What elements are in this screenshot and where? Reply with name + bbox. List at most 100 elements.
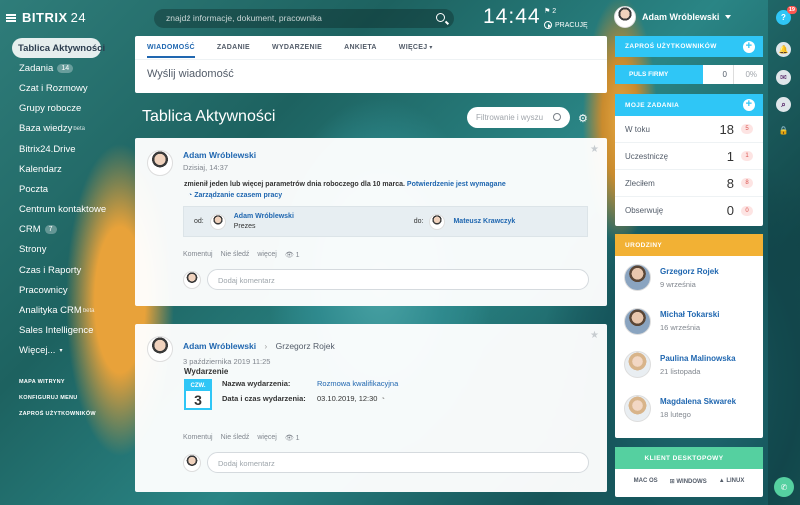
avatar: [624, 307, 651, 335]
work-status[interactable]: PRACUJĘ: [544, 21, 588, 29]
logo[interactable]: BITRIX 24: [6, 10, 86, 25]
sidebar-item-crm-analytics[interactable]: Analityka CRM beta: [13, 300, 105, 320]
birthday-item[interactable]: Paulina Malinowska 21 listopada: [615, 343, 763, 387]
event-date-row: Data i czas wydarzenia: 03.10.2019, 12:30…: [222, 394, 386, 403]
eye-icon: 👁: [284, 435, 294, 442]
sidebar-item-workgroups[interactable]: Grupy robocze: [13, 99, 105, 119]
sidebar-item-chat[interactable]: Czat i Rozmowy: [13, 78, 105, 98]
message-input[interactable]: Wyślij wiadomość: [135, 60, 607, 88]
from-user[interactable]: Adam Wróblewski: [234, 213, 414, 220]
flag-counter[interactable]: ⚑ 2: [544, 7, 556, 15]
sidebar-item-activity-stream[interactable]: Tablica Aktywności: [12, 38, 105, 59]
post-date[interactable]: 3 października 2019 11:25: [183, 357, 335, 366]
sidebar-item-contact-center[interactable]: Centrum kontaktowe: [13, 200, 106, 220]
comment-link[interactable]: Komentuj: [183, 251, 213, 259]
unfollow-link[interactable]: Nie śledź: [221, 251, 250, 259]
tab-poll[interactable]: ANKIETA: [344, 44, 377, 51]
comment-input[interactable]: Dodaj komentarz: [207, 452, 589, 473]
feed-post: ★ Adam Wróblewski Dzisiaj, 14:37 zmienił…: [135, 138, 607, 306]
sidebar-item-crm[interactable]: CRM 7: [13, 220, 105, 240]
bell-icon[interactable]: 🔔: [776, 42, 791, 57]
menu-icon[interactable]: [6, 13, 16, 22]
unfollow-link[interactable]: Nie śledź: [221, 434, 250, 442]
sidebar-item-more[interactable]: Więcej... ▾: [13, 341, 105, 361]
left-sidebar: BITRIX 24 Tablica Aktywności Zadania 14 Cz…: [0, 0, 108, 505]
confirm-link[interactable]: Potwierdzenie jest wymagane: [407, 181, 506, 188]
task-row-participating[interactable]: Uczestniczę 1 1: [615, 143, 763, 170]
search-icon[interactable]: ⌕: [776, 97, 791, 112]
add-task-icon[interactable]: +: [743, 99, 755, 111]
sidebar-item-tasks[interactable]: Zadania 14: [13, 58, 105, 78]
gear-icon[interactable]: ⚙: [578, 112, 588, 125]
search-icon[interactable]: [436, 13, 445, 22]
post-recipient[interactable]: Grzegorz Rojek: [276, 341, 335, 351]
star-icon[interactable]: ★: [590, 144, 599, 155]
sidebar-item-knowledge-base[interactable]: Baza wiedzy beta: [13, 119, 105, 139]
tab-message[interactable]: WIADOMOŚĆ: [147, 44, 195, 58]
mac-download-link[interactable]: MAC OS: [634, 478, 658, 485]
avatar: [624, 394, 651, 422]
task-row-assigned[interactable]: Zleciłem 8 8: [615, 170, 763, 197]
linux-download-link[interactable]: ▲ LINUX: [719, 478, 745, 485]
configure-menu-link[interactable]: KONFIGURUJ MENU: [19, 390, 96, 406]
post-text: zmienił jeden lub więcej parametrów dnia…: [184, 181, 506, 188]
post-author[interactable]: Adam Wróblewski: [183, 341, 256, 351]
clock[interactable]: 14:44: [483, 5, 541, 29]
avatar[interactable]: [209, 213, 226, 230]
more-link[interactable]: więcej: [257, 434, 276, 442]
task-row-following[interactable]: Obserwuję 0 0: [615, 197, 763, 224]
site-map-link[interactable]: MAPA WITRYNY: [19, 374, 96, 390]
post-author[interactable]: Adam Wróblewski: [183, 150, 256, 160]
sidebar-item-mail[interactable]: Poczta: [13, 179, 105, 199]
birthday-item[interactable]: Grzegorz Rojek 9 września: [615, 256, 763, 300]
search-input[interactable]: znajdź informacje, dokument, pracownika: [154, 9, 454, 28]
chevron-right-icon: ›: [264, 342, 268, 351]
invite-users-panel[interactable]: ZAPROŚ UŻYTKOWNIKÓW +: [615, 36, 763, 57]
phone-icon[interactable]: ✆: [774, 477, 794, 497]
chevron-down-icon: ▾: [59, 348, 63, 355]
help-icon[interactable]: ? 19: [776, 6, 797, 25]
tab-event[interactable]: WYDARZENIE: [272, 44, 322, 51]
avatar: [624, 351, 651, 379]
star-icon[interactable]: ★: [590, 330, 599, 341]
post-date[interactable]: Dzisiaj, 14:37: [183, 163, 256, 172]
sidebar-item-drive[interactable]: Bitrix24.Drive: [13, 139, 105, 159]
comment-input[interactable]: Dodaj komentarz: [207, 269, 589, 290]
lock-icon[interactable]: 🔒: [776, 123, 791, 138]
logo-number: 24: [70, 10, 87, 25]
event-name-link[interactable]: Rozmowa kwalifikacyjna: [317, 379, 398, 388]
tab-task[interactable]: ZADANIE: [217, 44, 250, 51]
avatar[interactable]: [429, 213, 446, 230]
sidebar-item-sites[interactable]: Strony: [13, 240, 105, 260]
sidebar-item-calendar[interactable]: Kalendarz: [13, 159, 105, 179]
birthday-item[interactable]: Magdalena Skwarek 18 lutego: [615, 387, 763, 431]
sidebar-item-employees[interactable]: Pracownicy: [13, 280, 105, 300]
event-name-row: Nazwa wydarzenia: Rozmowa kwalifikacyjna: [222, 379, 399, 388]
company-pulse[interactable]: PULS FIRMY 0 0%: [615, 65, 763, 84]
play-icon: [544, 21, 552, 29]
sidebar-item-sales-intelligence[interactable]: Sales Intelligence: [13, 321, 105, 341]
avatar: [624, 264, 651, 292]
main-menu: Tablica Aktywności Zadania 14 Czat i Rozm…: [12, 38, 106, 361]
tab-more[interactable]: WIĘCEJ: [399, 44, 433, 51]
avatar[interactable]: [147, 150, 173, 176]
invite-users-link[interactable]: ZAPROŚ UŻYTKOWNIKÓW: [19, 406, 96, 422]
notification-badge: 19: [786, 6, 797, 14]
add-icon[interactable]: +: [743, 41, 755, 53]
user-menu[interactable]: Adam Wróblewski: [614, 6, 732, 28]
chat-icon[interactable]: ✉: [776, 70, 791, 85]
more-link[interactable]: więcej: [257, 251, 276, 259]
windows-download-link[interactable]: ⊞ WINDOWS: [670, 478, 707, 485]
change-box: od: Adam Wróblewski Prezes do: Mateusz Kr…: [183, 206, 588, 237]
time-management-link[interactable]: ◔ Zarządzanie czasem pracy: [188, 192, 282, 199]
linux-icon: ▲: [718, 478, 725, 484]
search-icon[interactable]: [553, 113, 561, 121]
task-row-in-progress[interactable]: W toku 18 5: [615, 116, 763, 143]
sidebar-item-time-reports[interactable]: Czas i Raporty: [13, 260, 105, 280]
comment-link[interactable]: Komentuj: [183, 434, 213, 442]
counter-badge: 8: [741, 178, 753, 188]
birthday-item[interactable]: Michał Tokarski 16 września: [615, 300, 763, 344]
to-user[interactable]: Mateusz Krawczyk: [453, 218, 515, 225]
avatar[interactable]: [147, 336, 173, 362]
filter-input[interactable]: Filtrowanie i wyszu: [467, 107, 570, 128]
